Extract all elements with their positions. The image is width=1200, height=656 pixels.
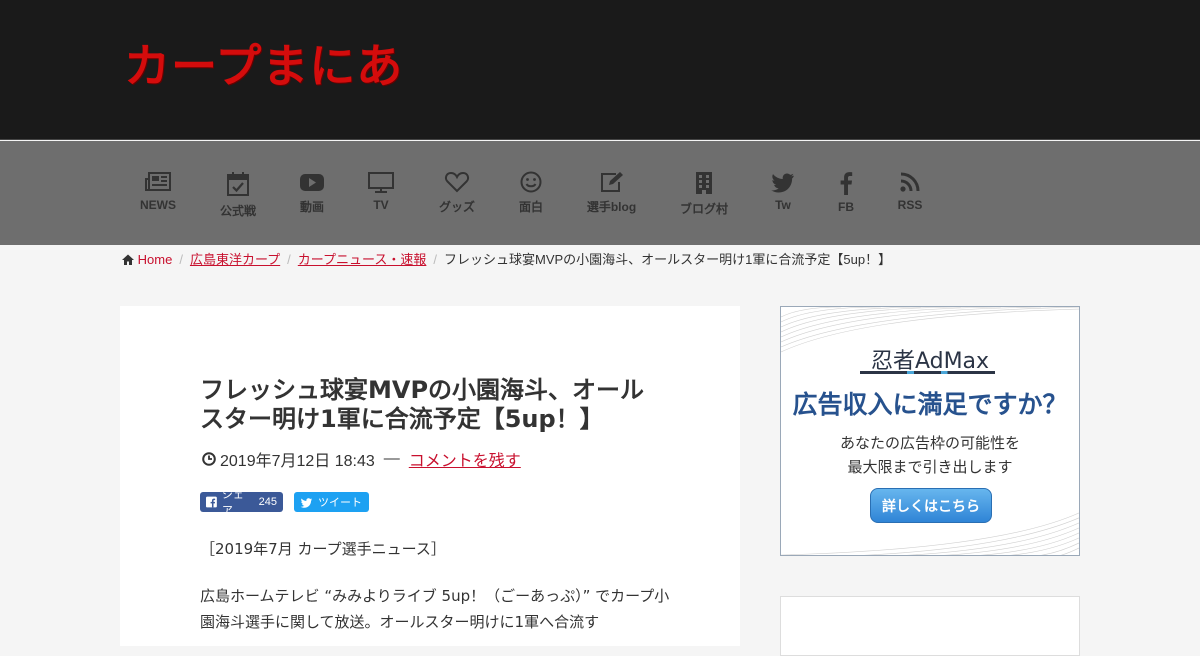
ad-brand-underline (860, 371, 995, 374)
twitter-icon (771, 173, 794, 193)
nav-item-rss[interactable]: RSS (897, 171, 923, 221)
article-card: フレッシュ球宴MVPの小園海斗、オールスター明け1軍に合流予定【5up！】 20… (120, 306, 740, 646)
nav-label: Tw (775, 198, 791, 212)
share-buttons: シェア 245 ツイート (200, 489, 380, 517)
breadcrumb-item-news[interactable]: カープニュース・速報 (298, 252, 427, 267)
twitter-icon (300, 497, 312, 508)
nav-item-tv[interactable]: TV (367, 171, 395, 221)
breadcrumb-separator: / (433, 252, 437, 267)
facebook-icon (840, 172, 853, 195)
ad-subtext: あなたの広告枠の可能性を 最大限まで引き出します (781, 431, 1079, 479)
nav-item-games[interactable]: 公式戦 (219, 171, 257, 221)
article-paragraph: 広島ホームテレビ “みみよりライブ 5up！（ごーあっぷ）” でカープ小園海斗選… (200, 587, 670, 631)
edit-icon (600, 172, 623, 192)
tweet-label: ツイート (318, 497, 362, 509)
nav-label: 公式戦 (219, 204, 256, 218)
nav-item-goods[interactable]: グッズ (438, 171, 476, 221)
article-title: フレッシュ球宴MVPの小園海斗、オールスター明け1軍に合流予定【5up！】 (200, 376, 645, 433)
nav-item-blog-village[interactable]: ブログ村 (679, 171, 729, 221)
article-meta: 2019年7月12日 18:43 — コメントを残す (202, 447, 521, 471)
nav-label: ブログ村 (679, 202, 728, 216)
nav-label: グッズ (438, 200, 475, 214)
article-date: 2019年7月12日 18:43 (220, 453, 375, 470)
nav-item-facebook[interactable]: FB (836, 171, 856, 221)
comment-link[interactable]: コメントを残す (409, 447, 521, 471)
nav-label: RSS (897, 198, 923, 212)
tv-icon (368, 172, 394, 193)
facebook-share-count: 245 (258, 496, 277, 508)
nav-label: TV (373, 198, 389, 212)
ad-cta-button[interactable]: 詳しくはこちら (870, 488, 992, 523)
breadcrumb-separator: / (179, 252, 183, 267)
site-header: カープまにあ (0, 0, 1200, 140)
nav-label: 選手blog (586, 200, 637, 214)
nav-label: FB (838, 200, 854, 214)
nav-label: 面白 (518, 200, 543, 214)
ad-subtext-line: あなたの広告枠の可能性を (839, 434, 1020, 452)
ad-banner[interactable]: 忍者AdMax 広告収入に満足ですか？ あなたの広告枠の可能性を 最大限まで引き… (780, 306, 1080, 556)
breadcrumb-home[interactable]: Home (138, 252, 173, 267)
clock-icon (202, 452, 216, 466)
smile-icon (520, 171, 542, 193)
ad-subtext-line: 最大限まで引き出します (847, 458, 1013, 476)
ad-headline: 広告収入に満足ですか？ (792, 390, 1068, 419)
heart-icon (444, 171, 470, 193)
nav-label: 動画 (299, 200, 324, 214)
article-paragraph: ［2019年7月 カープ選手ニュース］ (200, 540, 446, 558)
facebook-icon (206, 496, 217, 508)
breadcrumb-separator: / (287, 252, 291, 267)
calendar-check-icon (227, 172, 249, 196)
nav-item-video[interactable]: 動画 (299, 171, 325, 221)
breadcrumb-current: フレッシュ球宴MVPの小園海斗、オールスター明け1軍に合流予定【5up！】 (444, 252, 892, 267)
newspaper-icon (145, 172, 171, 191)
meta-dash: — (383, 450, 400, 467)
facebook-share-button[interactable]: シェア 245 (200, 489, 283, 517)
rss-icon (900, 172, 920, 192)
building-icon (696, 172, 712, 194)
home-icon (122, 254, 134, 265)
site-logo[interactable]: カープまにあ (124, 30, 403, 96)
nav-label: NEWS (140, 198, 176, 212)
breadcrumb: Home / 広島東洋カープ / カープニュース・速報 / フレッシュ球宴MVPの小園海斗、… (122, 249, 891, 268)
breadcrumb-item-carp[interactable]: 広島東洋カープ (190, 252, 280, 267)
nav-item-funny[interactable]: 面白 (518, 171, 544, 221)
tweet-button[interactable]: ツイート (294, 492, 369, 512)
sidebar-widget (780, 596, 1080, 656)
nav-item-player-blog[interactable]: 選手blog (586, 171, 637, 221)
main-nav: NEWS 公式戦 動画 TV グッズ 面白 選手blog ブログ村 Tw FB … (0, 141, 1200, 245)
nav-item-news[interactable]: NEWS (140, 171, 176, 221)
youtube-icon (300, 174, 324, 191)
facebook-share-label: シェア (221, 489, 244, 517)
nav-item-twitter[interactable]: Tw (770, 171, 796, 221)
